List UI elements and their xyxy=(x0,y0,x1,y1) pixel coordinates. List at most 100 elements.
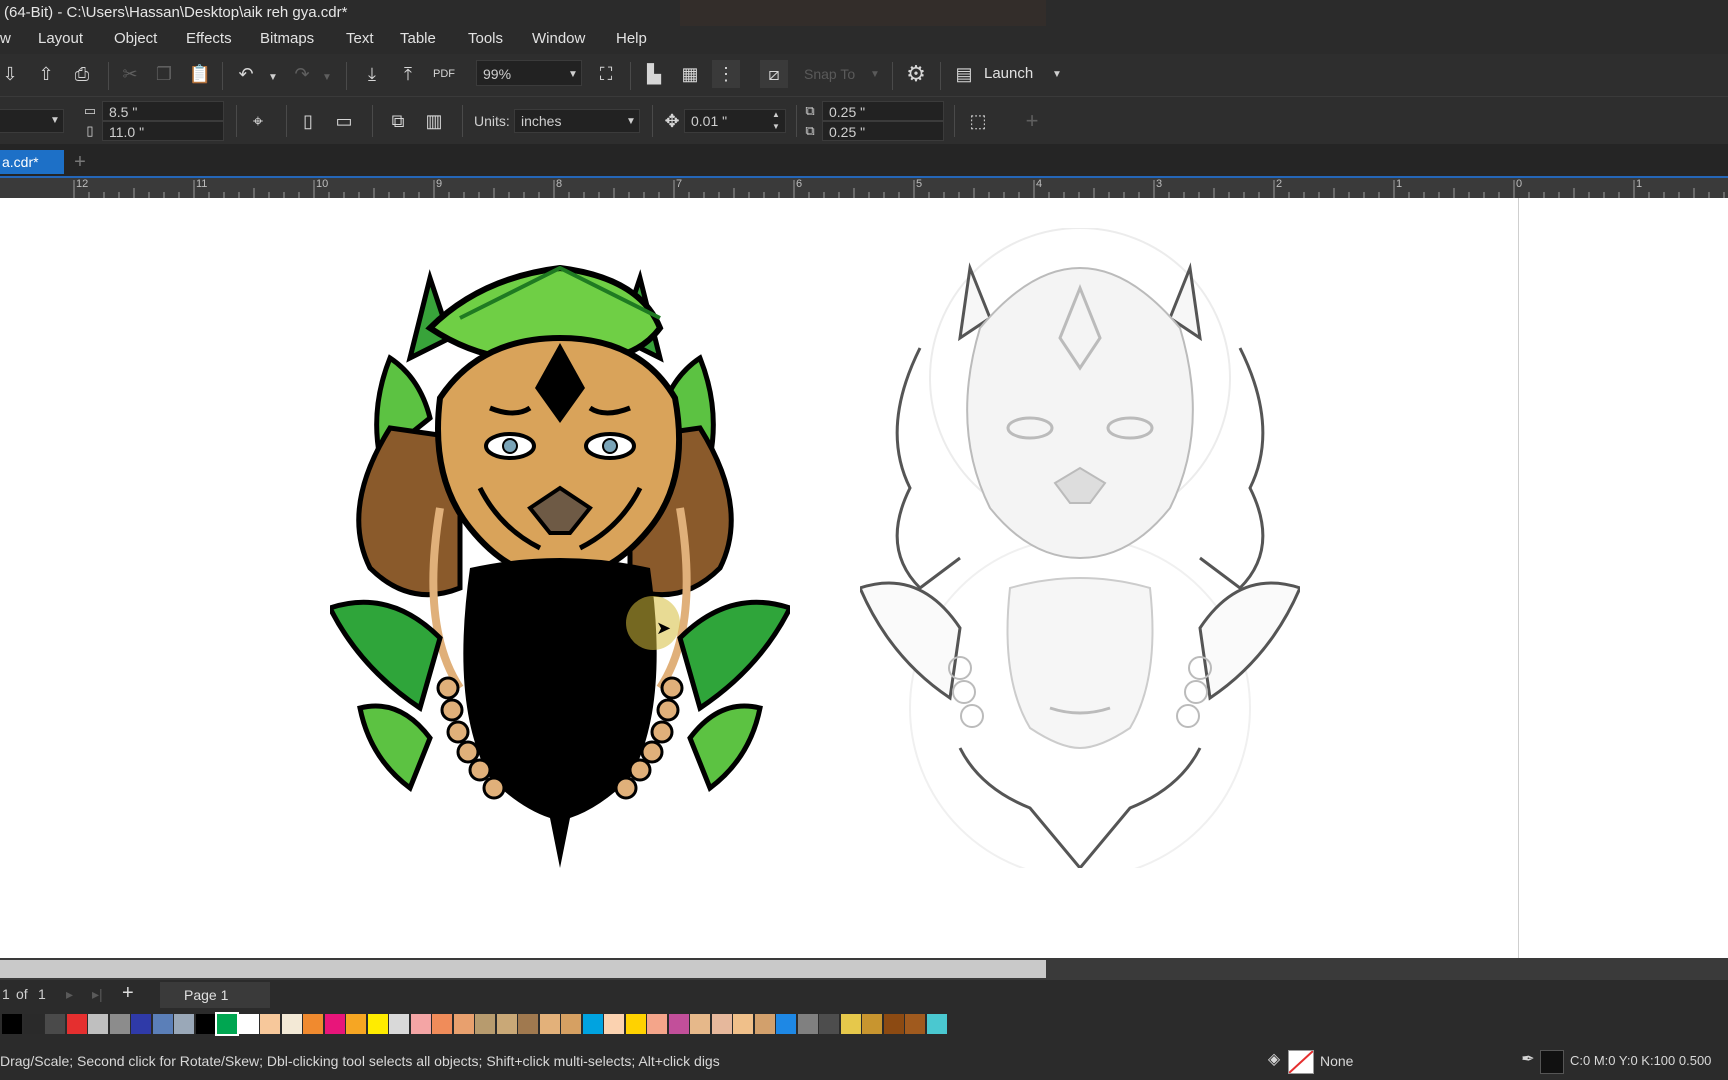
color-swatch[interactable] xyxy=(582,1014,603,1034)
document-tab[interactable]: a.cdr* xyxy=(0,150,64,174)
nudge-distance-field[interactable]: 0.01 " xyxy=(684,109,786,133)
page-size-dropdown-icon[interactable]: ▼ xyxy=(50,115,60,126)
zoom-level-field[interactable]: 99% xyxy=(476,60,582,86)
add-page-icon[interactable]: + xyxy=(122,982,134,1005)
color-swatch[interactable] xyxy=(23,1014,44,1034)
scrollbar-thumb[interactable] xyxy=(0,960,1046,978)
color-swatch[interactable] xyxy=(862,1014,882,1034)
color-swatch[interactable] xyxy=(238,1014,259,1034)
units-dropdown-icon[interactable]: ▼ xyxy=(626,116,636,127)
drawing-canvas[interactable]: ➤ xyxy=(0,198,1728,958)
landscape-icon[interactable]: ▭ xyxy=(330,107,358,135)
redo-icon[interactable]: ↷ xyxy=(288,60,316,88)
redo-dropdown-icon[interactable]: ▼ xyxy=(322,72,332,83)
color-swatch[interactable] xyxy=(45,1014,65,1034)
sketch-lion-outline[interactable] xyxy=(860,228,1300,868)
menu-layout[interactable]: Layout xyxy=(38,30,83,47)
color-swatch[interactable] xyxy=(281,1014,302,1034)
color-swatch[interactable] xyxy=(840,1014,861,1034)
color-swatch[interactable] xyxy=(668,1014,689,1034)
color-swatch[interactable] xyxy=(625,1014,646,1034)
cloud-download-icon[interactable]: ⇩ xyxy=(0,60,24,88)
horizontal-scrollbar[interactable] xyxy=(0,958,1728,980)
cloud-upload-icon[interactable]: ⇧ xyxy=(32,60,60,88)
last-page-icon[interactable]: ▸| xyxy=(92,986,103,1003)
color-swatch[interactable] xyxy=(733,1014,753,1034)
new-tab-icon[interactable]: + xyxy=(66,148,94,176)
menu-object[interactable]: Object xyxy=(114,30,157,47)
menu-table[interactable]: Table xyxy=(400,30,436,47)
color-swatch[interactable] xyxy=(883,1014,904,1034)
duplicate-y-field[interactable]: 0.25 " xyxy=(822,121,944,141)
show-grid-icon[interactable]: ▦ xyxy=(676,60,704,88)
color-swatch[interactable] xyxy=(346,1014,366,1034)
print-icon[interactable]: ⎙ xyxy=(68,60,96,88)
snap-off-icon[interactable]: ⧄ xyxy=(760,60,788,88)
menu-view[interactable]: w xyxy=(0,30,11,47)
zoom-dropdown-icon[interactable]: ▼ xyxy=(568,69,578,80)
color-swatch[interactable] xyxy=(926,1014,947,1034)
color-swatch[interactable] xyxy=(453,1014,474,1034)
fill-icon[interactable]: ◈ xyxy=(1260,1046,1288,1074)
color-swatch[interactable] xyxy=(367,1014,388,1034)
all-pages-icon[interactable]: ⧉ xyxy=(384,107,412,135)
gear-icon[interactable]: ⚙ xyxy=(902,60,930,88)
menu-tools[interactable]: Tools xyxy=(468,30,503,47)
cut-icon[interactable]: ✂ xyxy=(116,60,144,88)
color-swatch[interactable] xyxy=(905,1014,925,1034)
menu-help[interactable]: Help xyxy=(616,30,647,47)
color-swatch[interactable] xyxy=(195,1014,216,1034)
next-page-icon[interactable]: ▸ xyxy=(66,986,73,1003)
color-swatch[interactable] xyxy=(797,1014,818,1034)
page-width-field[interactable]: 8.5 " xyxy=(102,101,224,121)
page-frame-icon[interactable]: ⬚ xyxy=(964,107,992,135)
pdf-export-icon[interactable]: PDF xyxy=(430,60,458,88)
color-swatch[interactable] xyxy=(88,1014,108,1034)
outline-pen-icon[interactable]: ✒ xyxy=(1514,1046,1542,1074)
units-dropdown[interactable]: inches xyxy=(514,109,640,133)
horizontal-ruler[interactable]: 12 11 10 9 8 7 6 5 4 3 2 1 0 1 xyxy=(0,176,1728,198)
color-swatch[interactable] xyxy=(647,1014,667,1034)
menu-text[interactable]: Text xyxy=(346,30,374,47)
color-swatch[interactable] xyxy=(604,1014,624,1034)
color-swatch[interactable] xyxy=(432,1014,452,1034)
show-rulers-icon[interactable]: ▙ xyxy=(640,60,668,88)
paper-orientation-icon[interactable]: ⌖ xyxy=(244,107,272,135)
full-screen-icon[interactable]: ⛶ xyxy=(592,60,620,88)
duplicate-x-field[interactable]: 0.25 " xyxy=(822,101,944,121)
menu-bitmaps[interactable]: Bitmaps xyxy=(260,30,314,47)
show-guidelines-icon[interactable]: ⋮ xyxy=(712,60,740,88)
color-swatch[interactable] xyxy=(776,1014,796,1034)
color-swatch[interactable] xyxy=(215,1012,239,1036)
nudge-up-icon[interactable]: ▲ xyxy=(772,110,780,119)
snap-to-label[interactable]: Snap To xyxy=(804,66,855,82)
color-swatch[interactable] xyxy=(711,1014,732,1034)
menu-window[interactable]: Window xyxy=(532,30,585,47)
current-page-icon[interactable]: ▥ xyxy=(420,107,448,135)
undo-icon[interactable]: ↶ xyxy=(232,60,260,88)
fill-none-swatch[interactable] xyxy=(1288,1050,1314,1074)
color-swatch[interactable] xyxy=(2,1014,22,1034)
colored-lion-illustration[interactable] xyxy=(330,248,790,898)
launch-icon[interactable]: ▤ xyxy=(950,60,978,88)
paste-icon[interactable]: 📋 xyxy=(186,60,214,88)
color-swatch[interactable] xyxy=(389,1014,409,1034)
page-height-field[interactable]: 11.0 " xyxy=(102,121,224,141)
outline-color-swatch[interactable] xyxy=(1540,1050,1564,1074)
color-swatch[interactable] xyxy=(475,1014,495,1034)
color-swatch[interactable] xyxy=(518,1014,538,1034)
color-swatch[interactable] xyxy=(561,1014,581,1034)
import-icon[interactable]: ⤓ xyxy=(358,60,386,88)
color-swatch[interactable] xyxy=(496,1014,517,1034)
color-swatch[interactable] xyxy=(109,1014,130,1034)
color-swatch[interactable] xyxy=(539,1014,560,1034)
page-tab[interactable]: Page 1 xyxy=(160,982,270,1008)
color-swatch[interactable] xyxy=(260,1014,280,1034)
color-swatch[interactable] xyxy=(303,1014,323,1034)
color-swatch[interactable] xyxy=(174,1014,194,1034)
snap-dropdown-icon[interactable]: ▼ xyxy=(870,69,880,80)
nudge-down-icon[interactable]: ▼ xyxy=(772,122,780,131)
add-icon[interactable]: + xyxy=(1018,107,1046,135)
color-swatch[interactable] xyxy=(754,1014,775,1034)
launch-dropdown-icon[interactable]: ▼ xyxy=(1052,69,1062,80)
